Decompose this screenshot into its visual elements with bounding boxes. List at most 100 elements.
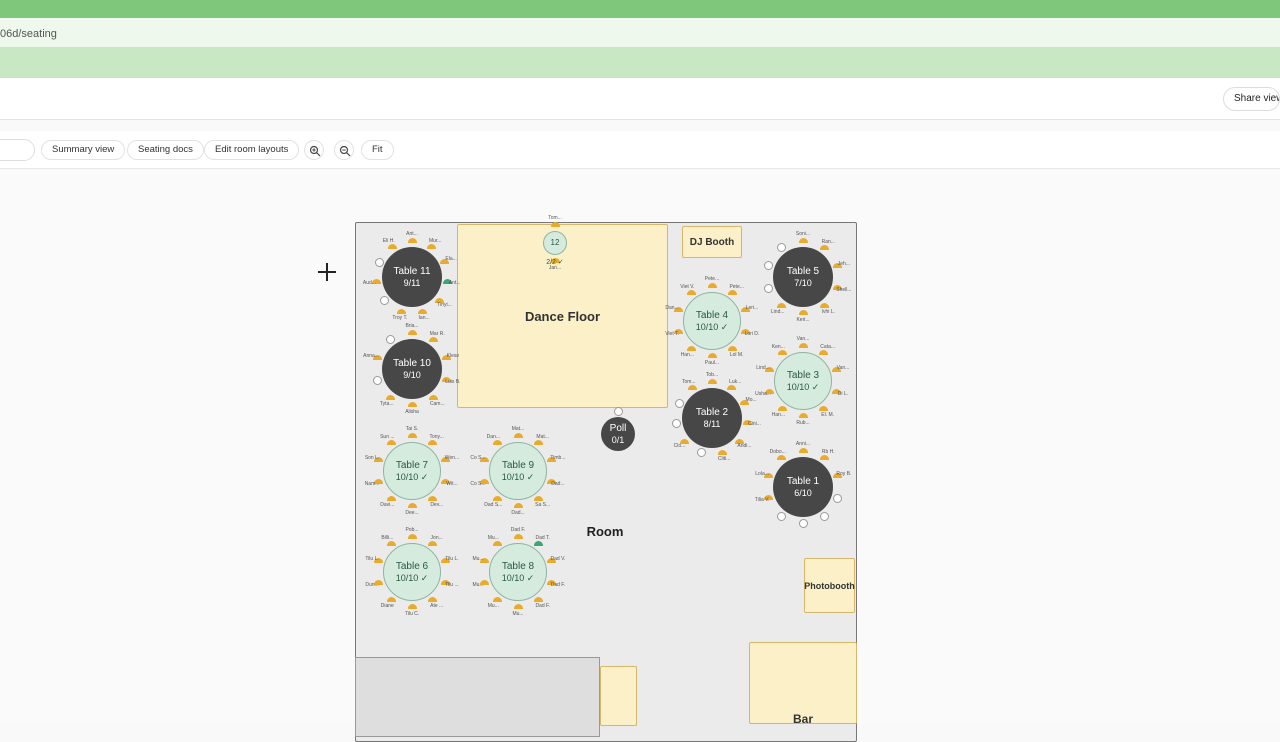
occupied-seat[interactable] (707, 283, 717, 288)
occupied-seat[interactable] (777, 349, 787, 355)
occupied-seat[interactable] (798, 448, 808, 453)
occupied-seat[interactable] (426, 243, 436, 249)
occupied-seat[interactable] (707, 353, 717, 358)
occupied-seat[interactable] (407, 238, 417, 243)
guest-name: Tilu ... (445, 581, 459, 588)
occupied-seat[interactable] (428, 439, 438, 445)
empty-seat[interactable] (613, 406, 623, 416)
seating-table-t4[interactable]: Table 4 10/10 ✓ (683, 292, 741, 350)
occupied-seat[interactable] (386, 496, 396, 502)
occupied-seat[interactable] (819, 303, 829, 309)
empty-seat[interactable] (777, 511, 787, 521)
bar-zone[interactable]: Bar (749, 642, 857, 726)
empty-seat[interactable] (798, 518, 808, 528)
summary-view-button[interactable]: Summary view (41, 140, 126, 160)
address-bar[interactable]: 06d/seating (0, 18, 1280, 47)
occupied-seat[interactable] (728, 289, 738, 295)
occupied-seat[interactable] (717, 449, 727, 455)
occupied-seat[interactable] (513, 433, 523, 438)
seating-table-t1[interactable]: Table 1 6/10 (773, 457, 833, 517)
occupied-seat[interactable] (728, 346, 738, 352)
occupied-seat[interactable] (492, 540, 502, 546)
occupied-seat[interactable] (407, 402, 417, 407)
occupied-seat[interactable] (798, 310, 808, 315)
seating-table-t12[interactable]: 12 2/2 ✓ (543, 231, 567, 266)
occupied-seat[interactable] (407, 433, 417, 438)
dj-booth-zone[interactable]: DJ Booth (682, 226, 742, 258)
edit-room-layouts-button[interactable]: Edit room layouts (204, 140, 300, 160)
occupied-seat[interactable] (492, 439, 502, 445)
occupied-seat[interactable] (386, 540, 396, 546)
zoom-in-button[interactable] (304, 140, 324, 160)
occupied-seat[interactable] (707, 379, 717, 384)
occupied-seat[interactable] (386, 395, 396, 401)
zoom-out-button[interactable] (334, 140, 354, 160)
occupied-seat[interactable] (534, 540, 544, 546)
occupied-seat[interactable] (428, 597, 438, 603)
occupied-seat[interactable] (534, 597, 544, 603)
grey-zone[interactable] (355, 657, 600, 737)
empty-seat[interactable] (819, 511, 829, 521)
guest-name: Mu... (487, 535, 499, 542)
empty-seat[interactable] (374, 257, 384, 267)
seating-table-t8[interactable]: Table 8 10/10 ✓ (489, 543, 547, 601)
occupied-seat[interactable] (428, 496, 438, 502)
fit-button[interactable]: Fit (361, 140, 394, 160)
seating-docs-button[interactable]: Seating docs (127, 140, 204, 160)
occupied-seat[interactable] (492, 496, 502, 502)
occupied-seat[interactable] (550, 222, 560, 227)
seating-table-t6[interactable]: Table 6 10/10 ✓ (383, 543, 441, 601)
occupied-seat[interactable] (386, 439, 396, 445)
seating-table-t3[interactable]: Table 3 10/10 ✓ (774, 352, 832, 410)
seating-table-poll[interactable]: Poll 0/1 (601, 417, 635, 451)
occupied-seat[interactable] (492, 597, 502, 603)
occupied-seat[interactable] (386, 597, 396, 603)
occupied-seat[interactable] (417, 308, 427, 314)
occupied-seat[interactable] (388, 243, 398, 249)
occupied-seat[interactable] (407, 534, 417, 539)
occupied-seat[interactable] (819, 454, 829, 460)
occupied-seat[interactable] (407, 503, 417, 508)
guest-name: Alisha (405, 409, 419, 415)
occupied-seat[interactable] (726, 384, 736, 390)
occupied-seat[interactable] (777, 303, 787, 309)
occupied-seat[interactable] (407, 330, 417, 335)
seating-table-t5[interactable]: Table 5 7/10 (773, 247, 833, 307)
occupied-seat[interactable] (534, 496, 544, 502)
empty-seat[interactable] (674, 398, 684, 408)
seating-table-t7[interactable]: Table 7 10/10 ✓ (383, 442, 441, 500)
seating-table-t9[interactable]: Table 9 10/10 ✓ (489, 442, 547, 500)
occupied-seat[interactable] (513, 503, 523, 508)
occupied-seat[interactable] (686, 346, 696, 352)
occupied-seat[interactable] (798, 413, 808, 418)
empty-seat[interactable] (764, 283, 774, 293)
search-input[interactable] (0, 139, 35, 161)
table-name: Table 7 (395, 459, 429, 471)
occupied-seat[interactable] (686, 289, 696, 295)
empty-seat[interactable] (671, 418, 681, 428)
occupied-seat[interactable] (428, 336, 438, 342)
occupied-seat[interactable] (777, 406, 787, 412)
occupied-seat[interactable] (513, 604, 523, 609)
occupied-seat[interactable] (688, 384, 698, 390)
photobooth-zone[interactable]: Photobooth (804, 558, 855, 613)
occupied-seat[interactable] (407, 604, 417, 609)
occupied-seat[interactable] (798, 343, 808, 348)
occupied-seat[interactable] (819, 406, 829, 412)
table-name: Table 4 (695, 309, 729, 321)
seating-table-t11[interactable]: Table 11 9/11 (382, 247, 442, 307)
occupied-seat[interactable] (798, 238, 808, 243)
guest-name: Tob... (705, 372, 719, 378)
seating-table-t2[interactable]: Table 2 8/11 (682, 388, 742, 448)
empty-seat[interactable] (832, 493, 842, 503)
seating-table-t10[interactable]: Table 10 9/10 (382, 339, 442, 399)
occupied-seat[interactable] (819, 244, 829, 250)
occupied-seat[interactable] (534, 439, 544, 445)
side-zone[interactable] (600, 666, 637, 726)
share-view-button[interactable]: Share view (1223, 87, 1280, 111)
occupied-seat[interactable] (428, 395, 438, 401)
occupied-seat[interactable] (513, 534, 523, 539)
occupied-seat[interactable] (428, 540, 438, 546)
occupied-seat[interactable] (819, 349, 829, 355)
empty-seat[interactable] (373, 375, 383, 385)
